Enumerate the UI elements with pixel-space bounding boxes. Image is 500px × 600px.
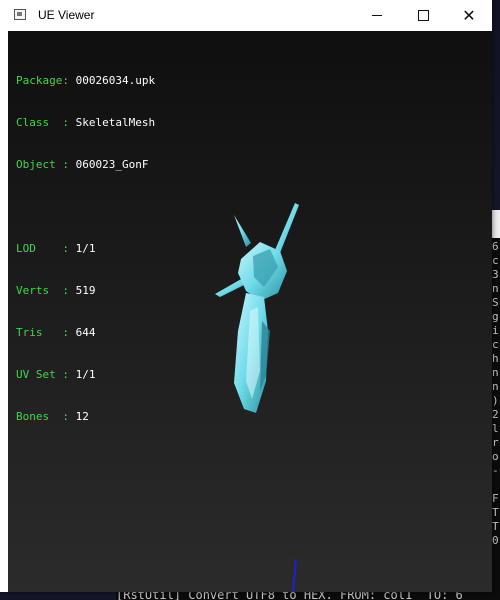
skeletal-mesh-render xyxy=(215,203,299,592)
minimize-icon xyxy=(372,15,382,16)
minimize-button[interactable] xyxy=(354,0,400,31)
mesh-spike-right xyxy=(275,203,299,253)
close-button[interactable]: ✕ xyxy=(446,0,492,31)
3d-viewport[interactable]: Package: 00026034.upk Class : SkeletalMe… xyxy=(8,31,492,592)
axis-line xyxy=(292,558,297,592)
ue-viewer-window[interactable]: UE Viewer ✕ Package: 00026034.upk Class … xyxy=(0,0,492,592)
maximize-icon xyxy=(417,10,429,21)
maximize-button[interactable] xyxy=(400,0,446,31)
app-icon xyxy=(14,9,26,20)
window-title: UE Viewer xyxy=(38,8,95,22)
console-bottom-line: [RstUtil] Convert UTF8 to HEX. FROM: col… xyxy=(116,592,500,600)
title-bar[interactable]: UE Viewer ✕ xyxy=(0,0,492,31)
console-log-line: [RstUtil] Convert UTF8 to HEX. FROM: col… xyxy=(116,592,463,600)
mesh-spike-left xyxy=(234,215,251,247)
close-icon: ✕ xyxy=(462,5,476,25)
console-text: 6 c 3 n S g i c h n n ) 2 l r o - F T T … xyxy=(492,240,499,547)
